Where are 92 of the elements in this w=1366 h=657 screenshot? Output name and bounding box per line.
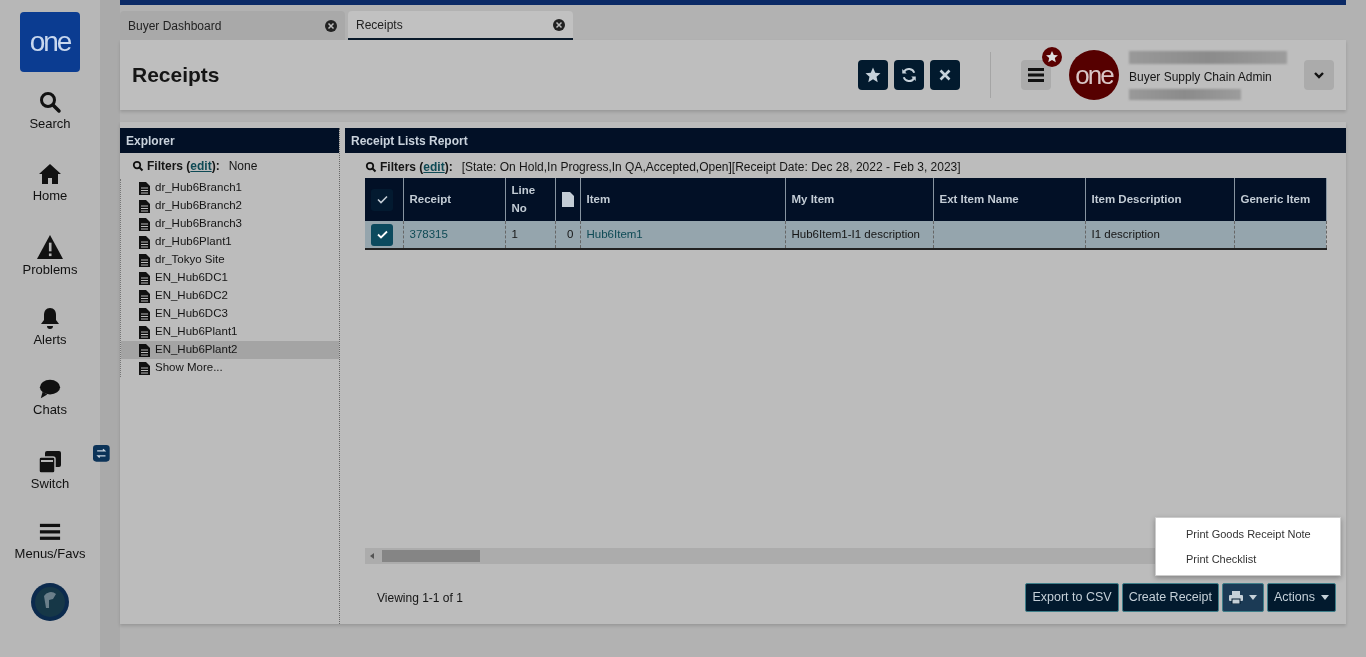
document-icon xyxy=(561,192,574,208)
table-cell: 1 xyxy=(511,227,518,240)
column-header: Generic Item xyxy=(1240,192,1311,205)
sidebar-item[interactable]: Home xyxy=(32,162,68,234)
chevron-down-icon xyxy=(1313,69,1325,81)
tree-item[interactable]: dr_Hub6Branch3 xyxy=(121,215,339,233)
tree-item[interactable]: dr_Hub6Branch1 xyxy=(121,179,339,197)
document-icon xyxy=(139,217,150,231)
menu-item[interactable]: Print Goods Receipt Note xyxy=(1156,522,1340,547)
tree-item[interactable]: dr_Hub6Plant1 xyxy=(121,233,339,251)
table-link[interactable]: 378315 xyxy=(409,227,448,240)
print-button[interactable] xyxy=(1222,583,1264,612)
document-icon xyxy=(139,271,150,285)
menu-button[interactable] xyxy=(1021,60,1051,90)
action-button[interactable]: Create Receipt xyxy=(1121,583,1219,612)
scrollbar-thumb[interactable] xyxy=(382,550,480,562)
tab[interactable]: Buyer Dashboard xyxy=(120,11,345,40)
warning-icon xyxy=(36,234,64,260)
menu-icon xyxy=(1028,68,1044,82)
column-header: Line No xyxy=(511,184,536,214)
column-header: Receipt xyxy=(409,192,452,205)
sidebar-item[interactable]: Chats xyxy=(33,378,67,450)
table-link[interactable]: Hub6Item1 xyxy=(586,227,643,240)
menu-item[interactable]: Print Checklist xyxy=(1156,546,1340,571)
close-icon xyxy=(553,18,565,31)
user-role: Buyer Supply Chain Admin xyxy=(1129,68,1273,86)
action-button[interactable]: Export to CSV xyxy=(1025,583,1119,612)
column-header: Item xyxy=(586,192,611,205)
check-icon xyxy=(376,230,388,239)
filters-value: [State: On Hold,In Progress,In QA,Accepted,Open][Receipt Date: Dec 28, 2022 - Feb 3, 2023] xyxy=(461,159,961,176)
table-cell: Hub6Item1-I1 description xyxy=(791,227,920,240)
refresh-icon xyxy=(900,66,918,84)
document-icon xyxy=(139,325,150,339)
check-icon xyxy=(376,195,388,204)
search-icon xyxy=(132,160,144,172)
tree-item[interactable]: dr_Tokyo Site xyxy=(121,251,339,269)
tree-item[interactable]: EN_Hub6DC1 xyxy=(121,269,339,287)
panel-header: Explorer xyxy=(120,128,339,153)
document-icon xyxy=(139,199,150,213)
home-icon xyxy=(37,162,63,186)
user-logo: one xyxy=(1069,50,1119,100)
edit-link[interactable]: edit xyxy=(423,160,445,174)
star-icon xyxy=(864,66,882,84)
tree-item[interactable]: dr_Hub6Branch2 xyxy=(121,197,339,215)
close-icon xyxy=(325,19,337,32)
sidebar-item[interactable]: Alerts xyxy=(33,306,67,378)
caret-icon xyxy=(1321,595,1329,600)
chat-icon xyxy=(37,378,63,400)
user-menu-button[interactable] xyxy=(1304,60,1334,90)
search-icon xyxy=(365,161,377,173)
star-badge-icon xyxy=(1042,47,1062,67)
filters-value: None xyxy=(228,158,258,175)
column-header: Ext Item Name xyxy=(939,192,1019,205)
document-icon xyxy=(139,307,150,321)
tree-item[interactable]: EN_Hub6Plant2 xyxy=(121,341,339,359)
document-icon xyxy=(139,289,150,303)
bell-icon xyxy=(38,306,62,330)
document-icon xyxy=(139,361,150,375)
tree-item[interactable]: EN_Hub6DC3 xyxy=(121,305,339,323)
refresh-button[interactable] xyxy=(894,60,924,90)
caret-icon xyxy=(1249,595,1257,600)
search-icon xyxy=(38,90,62,114)
document-icon xyxy=(139,343,150,357)
filters-label: Filters (edit): xyxy=(147,158,220,175)
page-title: Receipts xyxy=(132,62,220,88)
favorite-button[interactable] xyxy=(858,60,888,90)
document-icon xyxy=(139,253,150,267)
select-all-checkbox[interactable] xyxy=(371,188,393,211)
viewing-count: Viewing 1-1 of 1 xyxy=(377,589,463,607)
logo[interactable]: one xyxy=(20,12,80,72)
row-checkbox[interactable] xyxy=(371,223,393,246)
table-cell: I1 description xyxy=(1091,227,1160,240)
swap-icon xyxy=(92,444,113,465)
close-button[interactable] xyxy=(930,60,960,90)
tab[interactable]: Receipts xyxy=(348,11,573,40)
document-icon xyxy=(139,181,150,195)
filters-label: Filters (edit): xyxy=(380,159,453,176)
sidebar-item[interactable]: Menus/Favs xyxy=(14,522,86,582)
windows-icon xyxy=(38,450,62,474)
sidebar-item[interactable]: Problems xyxy=(22,234,78,306)
sidebar-item[interactable]: Search xyxy=(29,90,71,162)
document-icon xyxy=(139,235,150,249)
tree-item[interactable]: EN_Hub6DC2 xyxy=(121,287,339,305)
table-cell: 0 xyxy=(567,227,574,240)
printer-icon xyxy=(1229,591,1243,604)
actions-button[interactable]: Actions xyxy=(1267,583,1336,612)
column-header: My Item xyxy=(791,192,835,205)
edit-link[interactable]: edit xyxy=(190,159,212,173)
tree-item[interactable]: Show More... xyxy=(121,359,339,377)
column-header: Item Description xyxy=(1091,192,1182,205)
tree-item[interactable]: EN_Hub6Plant1 xyxy=(121,323,339,341)
panel-header: Receipt Lists Report xyxy=(345,128,1346,153)
